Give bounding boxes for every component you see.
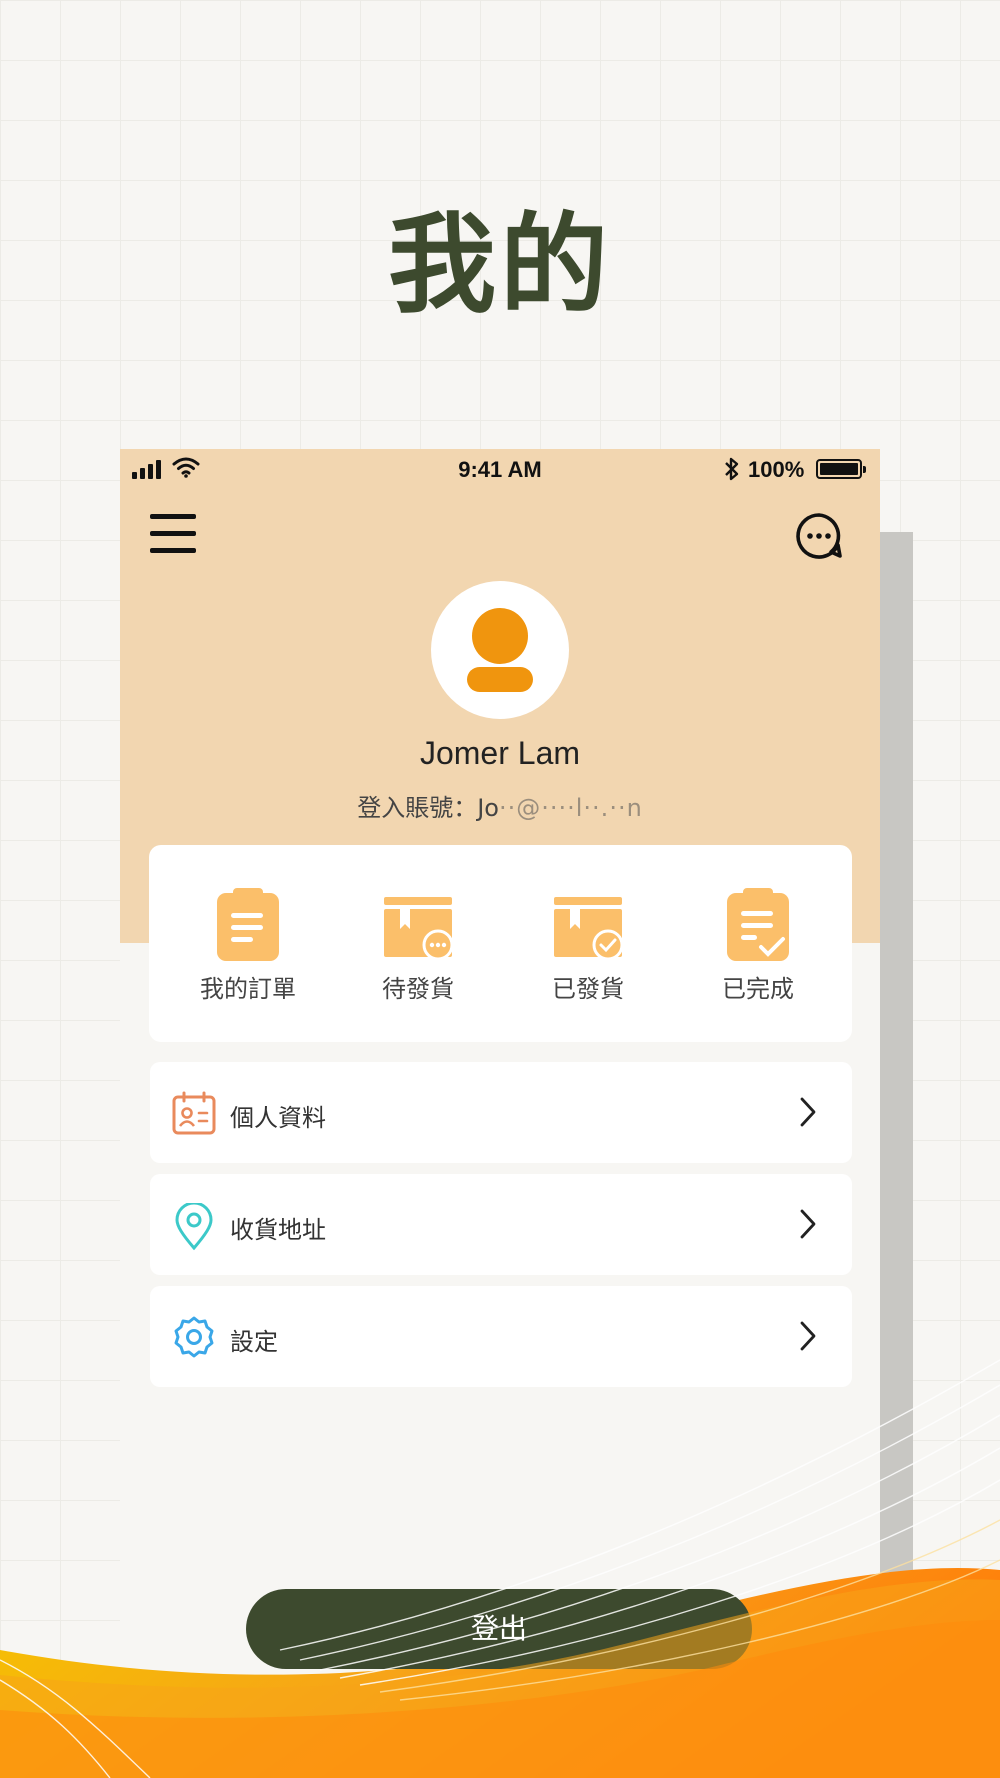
order-shipped[interactable]: 已發貨 [508,887,668,1004]
profile-card-icon [172,1091,216,1135]
orders-card: 我的訂單 待發貨 已發貨 已完成 [149,845,852,1042]
menu-row-label: 個人資料 [230,1104,326,1132]
hamburger-menu-icon[interactable] [150,514,196,556]
clipboard-list-icon [217,888,279,961]
account-masked: ··@····l··.··n [498,794,643,822]
account-value: Jo [477,794,499,822]
battery-icon [816,459,866,479]
menu-row-profile[interactable]: 個人資料 [150,1062,852,1163]
clipboard-check-icon [727,888,789,961]
order-completed[interactable]: 已完成 [678,887,838,1004]
user-silhouette-icon [467,608,533,692]
location-pin-icon [175,1203,213,1251]
menu-row-label: 收貨地址 [230,1216,326,1244]
avatar[interactable] [431,581,569,719]
account-line: 登入賬號：Jo··@····l··.··n [120,788,880,823]
order-pending[interactable]: 待發貨 [338,887,498,1004]
order-my-orders[interactable]: 我的訂單 [168,887,328,1004]
message-icon[interactable] [794,511,844,561]
status-bar: 9:41 AM 100% [120,449,880,489]
box-pending-icon [384,897,454,961]
page-title: 我的 [387,203,612,328]
box-shipped-icon [554,897,624,961]
user-name: Jomer Lam [419,735,581,771]
decorative-wave [0,1567,1000,1778]
order-label: 已完成 [722,975,794,1003]
order-label: 我的訂單 [200,975,296,1003]
logout-label: 登出 [470,1612,527,1645]
chevron-right-icon [800,1209,816,1239]
menu-row-address[interactable]: 收貨地址 [150,1174,852,1275]
order-label: 已發貨 [552,975,624,1003]
logout-button[interactable]: 登出 [246,1589,752,1669]
battery-percentage: 100% [748,457,805,482]
account-label: 登入賬號： [357,794,478,822]
bluetooth-icon [725,457,739,481]
chevron-right-icon [800,1097,816,1127]
order-label: 待發貨 [382,975,454,1003]
